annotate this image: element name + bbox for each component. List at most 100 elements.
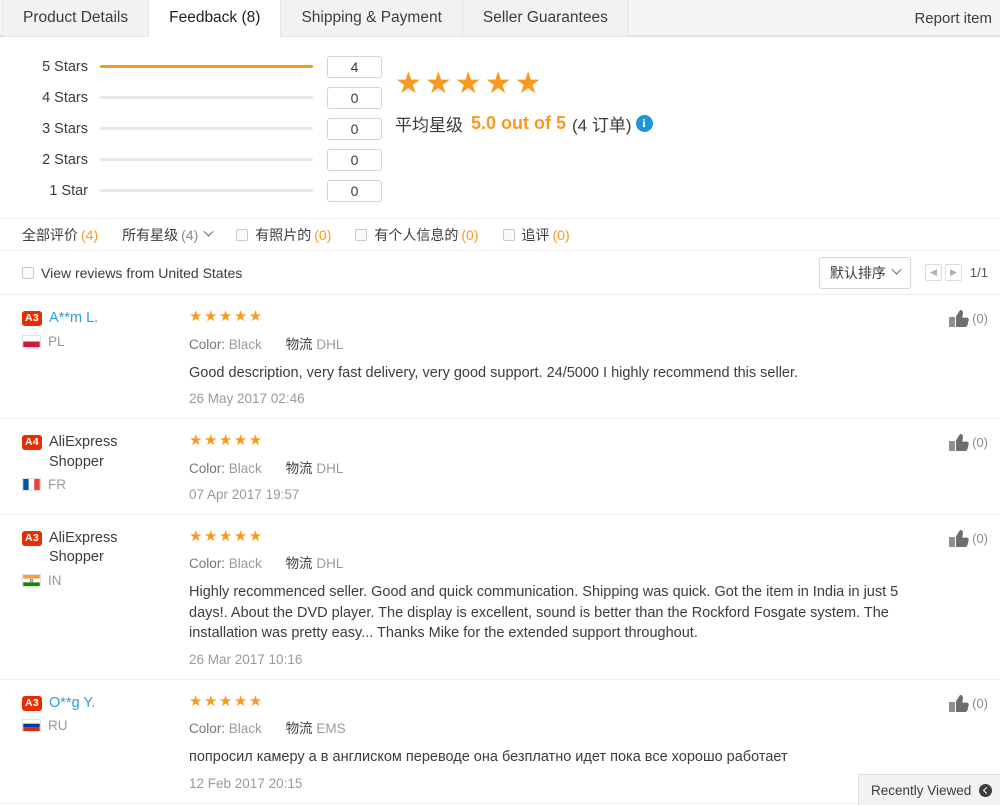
review-attributes: Color: Black 物流 DHL [189,333,918,353]
rating-bar-track[interactable] [100,127,313,130]
checkbox-with-photos[interactable] [236,228,249,241]
rating-row-label: 1 Star [49,182,88,199]
like-button[interactable]: (0) [948,694,988,713]
rating-row-label: 3 Stars [42,120,88,137]
page-indicator: 1/1 [969,265,988,280]
review-item: A3 AliExpress Shopper IN ★★★★★ Color: Bl… [0,515,1000,680]
report-item-link[interactable]: Report item [894,0,1000,36]
next-page-button[interactable]: ▶ [944,264,962,281]
tab-shipping-payment[interactable]: Shipping & Payment [281,0,463,36]
filter-additional-reviews[interactable]: 追评 (0) [502,225,570,245]
rating-bar-track[interactable] [100,96,313,99]
sort-row: View reviews from United States 默认排序 ◀ ▶… [0,251,1000,295]
filter-all-stars[interactable]: 所有星级 (4) [122,225,214,245]
review-body: ★★★★★ Color: Black 物流 DHL Good descripti… [167,308,988,406]
filter-count: (0) [314,226,332,243]
reviewer-country: RU [22,718,167,733]
flag-pl-icon [22,334,41,348]
checkbox-view-from-country[interactable] [22,266,34,279]
filter-label: 追评 [521,226,550,243]
reviewer-name: AliExpress Shopper [49,434,118,470]
reviewer-name[interactable]: A**m L. [49,309,98,329]
color-value: Black [228,556,262,572]
filter-with-photos[interactable]: 有照片的 (0) [236,225,331,245]
like-count: (0) [972,311,988,326]
checkbox-with-personal-info[interactable] [355,228,368,241]
filter-label: 有个人信息的 [374,226,459,243]
rating-bar-track[interactable] [100,158,313,161]
like-count: (0) [972,435,988,451]
thumbs-up-icon [949,434,969,452]
country-code: IN [48,572,62,588]
view-reviews-from-country[interactable]: View reviews from United States [22,265,242,281]
color-value: Black [228,460,262,476]
reviewer-name[interactable]: O**g Y. [49,694,95,714]
reviewer-country: PL [22,334,167,349]
rating-row-1[interactable]: 1 Star 0 [22,175,395,206]
tab-seller-guarantees[interactable]: Seller Guarantees [462,0,629,36]
rating-row-label: 4 Stars [42,89,88,106]
reviewer-country: FR [22,477,167,492]
review-text: попросил камеру а в англиском переводе о… [189,749,788,766]
color-key: Color: [189,556,226,572]
review-date: 12 Feb 2017 20:15 [189,775,303,791]
reviewer-name: AliExpress Shopper [49,529,118,566]
filter-count: (4) [181,226,199,243]
sort-dropdown[interactable]: 默认排序 [818,256,911,289]
level-badge: A3 [22,530,42,546]
review-filter-bar: 全部评价 (4) 所有星级 (4) 有照片的 (0) 有个人信息的 (0) 追评… [0,218,1000,251]
review-stars: ★★★★★ [189,527,264,545]
like-button[interactable]: (0) [948,433,988,452]
rating-row-2[interactable]: 2 Stars 0 [22,144,395,175]
rating-row-3[interactable]: 3 Stars 0 [22,113,395,144]
color-key: Color: [189,721,226,737]
average-score: 5.0 out of 5 [471,113,567,133]
color-value: Black [228,721,262,737]
checkbox-additional-reviews[interactable] [502,228,515,241]
rating-row-count: 0 [327,148,382,171]
tab-label: Feedback (8) [169,9,261,26]
chevron-left-icon[interactable] [979,783,992,797]
filter-label: 有照片的 [255,226,312,243]
filter-count: (0) [461,226,479,243]
flag-fr-icon [22,478,41,492]
reviewer-country: IN [22,573,167,588]
review-text: Good description, very fast delivery, ve… [189,364,799,381]
feedback-page: Product Details Feedback (8) Shipping & … [0,0,1000,805]
filter-with-personal-info[interactable]: 有个人信息的 (0) [355,225,479,245]
like-count: (0) [972,695,988,711]
tab-feedback[interactable]: Feedback (8) [149,0,282,37]
logistics-value: DHL [316,556,344,572]
info-icon[interactable]: i [635,115,653,132]
tab-label: Seller Guarantees [482,9,608,26]
recently-viewed-widget[interactable]: Recently Viewed [858,774,1000,805]
tab-bar-spacer [629,0,895,36]
review-text: Highly recommenced seller. Good and quic… [189,584,899,642]
review-stars: ★★★★★ [189,432,264,450]
rating-bar-track[interactable] [100,65,313,68]
review-attributes: Color: Black 物流 DHL [189,552,918,572]
like-button[interactable]: (0) [948,309,988,328]
prev-page-icon: ◀ [929,267,937,277]
filter-count: (4) [81,226,99,243]
filter-count: (0) [552,226,570,243]
filter-all-reviews[interactable]: 全部评价 (4) [22,225,98,245]
reviewer-name-row: A4 AliExpress Shopper [22,433,167,472]
rating-row-label: 2 Stars [42,151,88,168]
sort-dropdown-label: 默认排序 [829,264,886,281]
logistics-value: DHL [316,460,344,476]
average-rating-block: ★★★★★ 平均星级 5.0 out of 5 (4 订单) i [395,51,653,206]
rating-row-4[interactable]: 4 Stars 0 [22,82,395,113]
prev-page-button[interactable]: ◀ [924,264,942,281]
logistics-key: 物流 [285,721,313,737]
chevron-down-icon [203,226,214,237]
tab-product-details[interactable]: Product Details [2,0,150,36]
review-item: A3 O**g Y. RU ★★★★★ Color: Black 物流 EMS … [0,680,1000,804]
like-button[interactable]: (0) [948,529,988,548]
rating-bar-track[interactable] [100,189,313,192]
review-item: A3 A**m L. PL ★★★★★ Color: Black 物流 DHL … [0,295,1000,420]
rating-row-count: 0 [327,179,382,202]
rating-row-5[interactable]: 5 Stars 4 [22,51,395,82]
country-code: PL [48,333,65,349]
color-key: Color: [189,336,226,352]
